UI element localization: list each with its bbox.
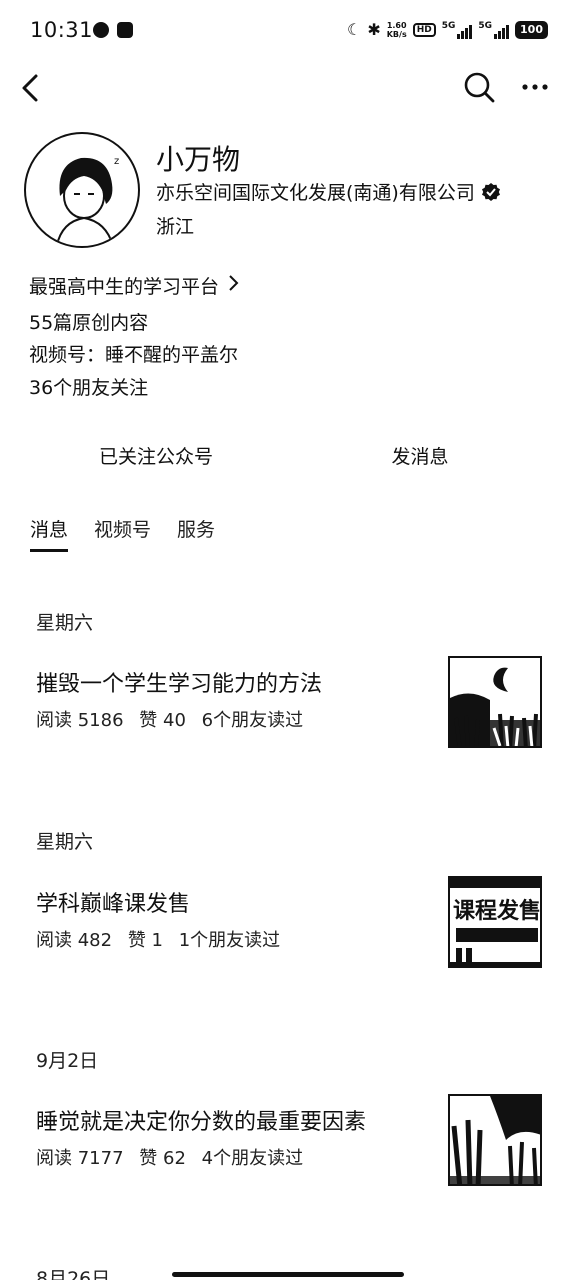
article-meta: 阅读 7177 赞 62 4个朋友读过 — [36, 1144, 313, 1170]
verified-badge-icon — [481, 182, 501, 202]
notification-app-icon — [93, 22, 109, 38]
account-name: 小万物 — [156, 143, 241, 176]
date-label: 8月26日 — [36, 1268, 111, 1280]
account-avatar[interactable]: z — [24, 132, 140, 248]
friends-following-count[interactable]: 36个朋友关注 — [29, 373, 148, 400]
search-icon[interactable] — [462, 70, 496, 104]
article-reads: 阅读 7177 — [36, 1148, 124, 1169]
more-dots-icon[interactable] — [518, 70, 552, 104]
status-bar: 10:31 ☾ ✱ 1.60 KB/s HD 5G 5G 100 — [0, 0, 576, 64]
network-speed-value: 1.60 — [386, 21, 407, 30]
status-right-icons: ☾ ✱ 1.60 KB/s HD 5G 5G 100 — [347, 20, 548, 40]
thumbnail-text: 课程发售 — [453, 898, 541, 924]
article-title: 学科巅峰课发售 — [36, 892, 191, 917]
network-speed: 1.60 KB/s — [387, 21, 407, 39]
tab-video-channel[interactable]: 视频号 — [94, 515, 151, 552]
notification-message-icon — [117, 22, 133, 38]
account-intro: 最强高中生的学习平台 — [29, 276, 220, 298]
article-likes: 赞 62 — [139, 1148, 186, 1169]
hd-voice-icon: HD — [412, 23, 436, 37]
tab-messages[interactable]: 消息 — [30, 515, 69, 552]
content-tabs: 消息 视频号 服务 — [30, 515, 215, 552]
article-friends-read: 1个朋友读过 — [178, 930, 281, 951]
article-meta: 阅读 5186 赞 40 6个朋友读过 — [36, 706, 313, 732]
article-title: 摧毁一个学生学习能力的方法 — [36, 672, 323, 697]
network-speed-unit: KB/s — [386, 30, 407, 39]
original-content-count: 55篇原创内容 — [29, 312, 149, 334]
account-company: 亦乐空间国际文化发展(南通)有限公司 — [156, 178, 501, 205]
article-thumbnail: 课程发售 — [448, 876, 542, 968]
account-intro-link[interactable]: 最强高中生的学习平台 — [29, 272, 239, 299]
article-item[interactable]: 学科巅峰课发售 阅读 482 赞 1 1个朋友读过 课程发售 — [36, 876, 542, 968]
article-thumbnail — [448, 656, 542, 748]
video-channel-link[interactable]: 视频号：睡不醒的平盖尔 — [29, 340, 238, 367]
article-reads: 阅读 5186 — [36, 710, 124, 731]
company-name: 亦乐空间国际文化发展(南通)有限公司 — [156, 182, 475, 204]
back-arrow-icon[interactable] — [18, 72, 48, 104]
home-indicator[interactable] — [172, 1272, 404, 1277]
article-likes: 赞 1 — [127, 930, 163, 951]
date-label: 星期六 — [36, 612, 94, 634]
signal-strength-icon-2: 5G — [478, 21, 510, 39]
svg-text:z: z — [114, 156, 119, 167]
status-notification-icons — [93, 22, 133, 38]
signal-strength-icon-1: 5G — [442, 21, 473, 39]
account-region: 浙江 — [156, 216, 195, 238]
article-likes: 赞 40 — [139, 710, 186, 731]
date-label: 9月2日 — [36, 1050, 99, 1072]
send-message-button[interactable]: 发消息 — [330, 436, 510, 478]
battery-icon: 100 — [515, 21, 548, 39]
followed-account-button[interactable]: 已关注公众号 — [60, 436, 252, 478]
article-thumbnail — [448, 1094, 542, 1186]
status-time: 10:31 — [30, 18, 94, 42]
top-navigation — [0, 64, 576, 112]
signal-type-label: 5G — [441, 21, 456, 31]
article-item[interactable]: 睡觉就是决定你分数的最重要因素 阅读 7177 赞 62 4个朋友读过 — [36, 1094, 542, 1186]
chevron-right-icon — [227, 274, 239, 297]
article-friends-read: 4个朋友读过 — [201, 1148, 304, 1169]
article-item[interactable]: 摧毁一个学生学习能力的方法 阅读 5186 赞 40 6个朋友读过 — [36, 656, 542, 748]
tab-services[interactable]: 服务 — [177, 515, 215, 552]
article-meta: 阅读 482 赞 1 1个朋友读过 — [36, 926, 290, 952]
article-reads: 阅读 482 — [36, 930, 113, 951]
article-friends-read: 6个朋友读过 — [201, 710, 304, 731]
article-title: 睡觉就是决定你分数的最重要因素 — [36, 1110, 367, 1135]
signal-type-label: 5G — [478, 21, 493, 31]
do-not-disturb-moon-icon: ☾ — [346, 20, 362, 39]
bluetooth-icon: ✱ — [367, 20, 381, 39]
date-label: 星期六 — [36, 831, 94, 853]
